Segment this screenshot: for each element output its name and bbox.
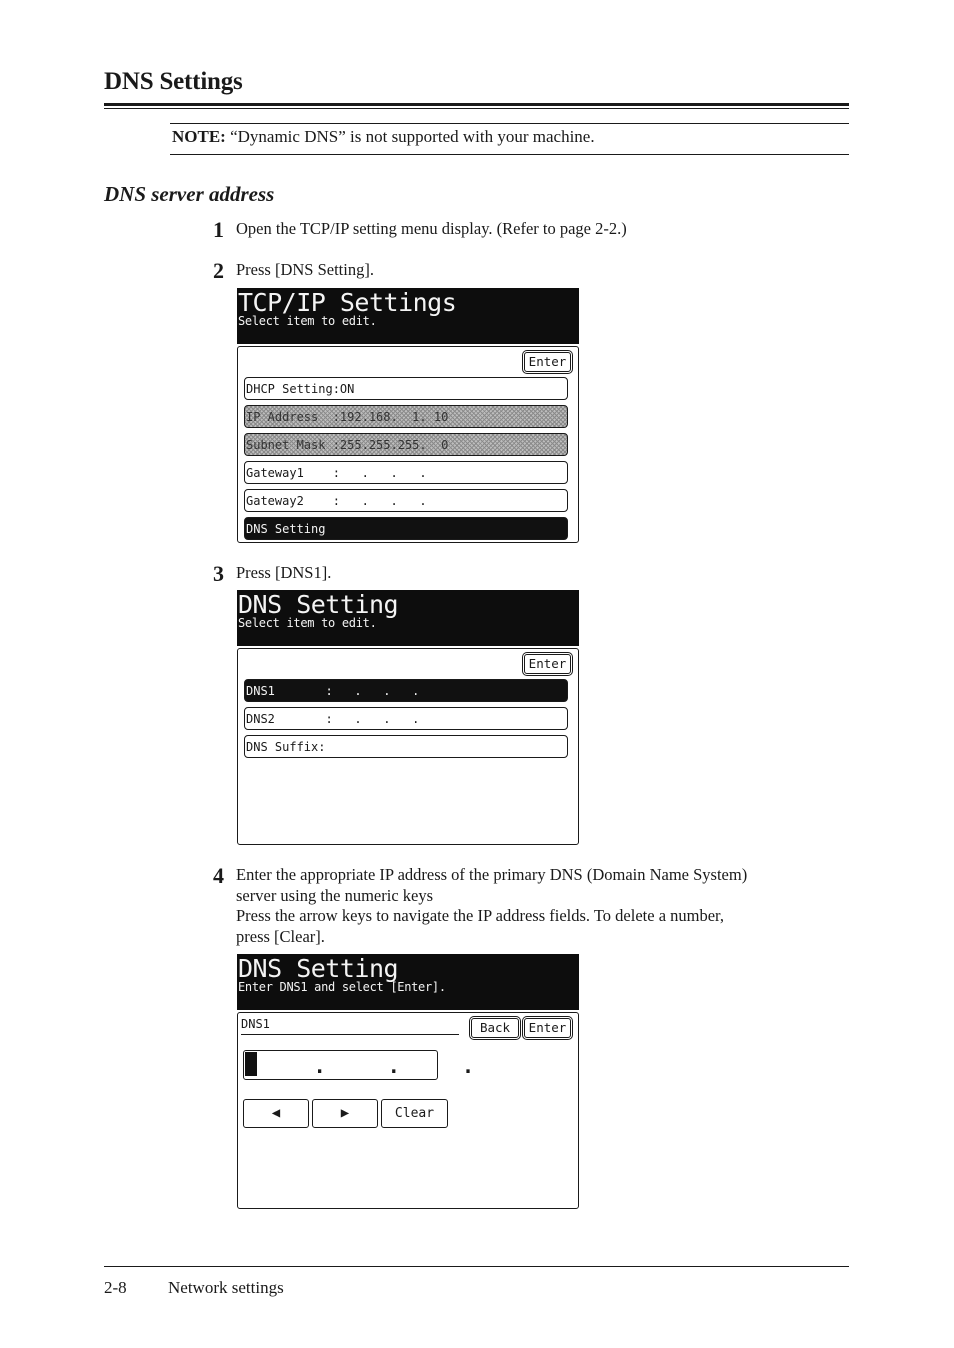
step-text: Press [DNS Setting]. (236, 260, 374, 279)
enter-button[interactable]: Enter (524, 352, 571, 372)
menu-item-gateway1[interactable]: Gateway1 : . . . (244, 461, 568, 484)
step-text-line: server using the numeric keys (236, 885, 434, 905)
step-text-line: Press the arrow keys to navigate the IP … (236, 906, 725, 925)
left-arrow-button[interactable]: ◀ (243, 1099, 309, 1128)
screen-body: DNS1 Back Enter . . . ◀ ▶ Clear (237, 1012, 579, 1209)
clear-button[interactable]: Clear (381, 1099, 448, 1128)
enter-button[interactable]: Enter (524, 1018, 571, 1038)
step-number: 2 (213, 258, 224, 283)
dns1-entry-screen: DNS Setting Enter DNS1 and select [Enter… (237, 954, 579, 1209)
screen-subtitle: Select item to edit. (238, 314, 377, 328)
menu-item-dns-setting[interactable]: DNS Setting (244, 517, 568, 540)
note-text: “Dynamic DNS” is not supported with your… (225, 127, 595, 146)
enter-button[interactable]: Enter (524, 654, 571, 674)
dns-setting-list-screen: DNS Setting Select item to edit. Enter D… (237, 590, 579, 845)
note-rule-bottom (170, 154, 849, 155)
menu-item-dns1[interactable]: DNS1 : . . . (244, 679, 568, 702)
menu-item-gateway2[interactable]: Gateway2 : . . . (244, 489, 568, 512)
screen-title: DNS Setting (238, 590, 399, 619)
note: NOTE: “Dynamic DNS” is not supported wit… (172, 127, 595, 147)
screen-header: DNS Setting Select item to edit. (237, 590, 579, 646)
note-rule-top (170, 123, 849, 124)
text-cursor (245, 1052, 257, 1076)
page-title: DNS Settings (104, 68, 243, 95)
step-text-line: press [Clear]. (236, 926, 325, 946)
screen-header: TCP/IP Settings Select item to edit. (237, 288, 579, 344)
step-number: 4 (213, 863, 224, 888)
note-label: NOTE: (172, 127, 226, 146)
screen-body: Enter DHCP Setting:ON IP Address :192.16… (237, 346, 579, 543)
footer-rule (104, 1266, 849, 1267)
ip-address-value: . . . (258, 1054, 481, 1078)
menu-item-subnet-mask: Subnet Mask :255.255.255. 0 (244, 433, 568, 456)
screen-body: Enter DNS1 : . . . DNS2 : . . . DNS Suff… (237, 648, 579, 845)
back-button[interactable]: Back (471, 1018, 519, 1038)
screen-subtitle: Enter DNS1 and select [Enter]. (238, 980, 446, 994)
menu-item-dns-suffix[interactable]: DNS Suffix: (244, 735, 568, 758)
right-arrow-icon: ▶ (340, 1105, 350, 1121)
step-text-line: Enter the appropriate IP address of the … (236, 865, 748, 884)
section-title: DNS server address (104, 182, 275, 206)
field-label: DNS1 (241, 1017, 270, 1031)
ip-address-input[interactable]: . . . (243, 1050, 474, 1080)
left-arrow-icon: ◀ (271, 1105, 281, 1121)
step-number: 3 (213, 561, 224, 586)
menu-item-dns2[interactable]: DNS2 : . . . (244, 707, 568, 730)
step-text: Open the TCP/IP setting menu display. (R… (236, 219, 627, 238)
menu-item-dhcp-setting[interactable]: DHCP Setting:ON (244, 377, 568, 400)
step-text: Press [DNS1]. (236, 563, 332, 582)
screen-title: TCP/IP Settings (238, 288, 457, 317)
footer-section: Network settings (168, 1278, 284, 1297)
right-arrow-button[interactable]: ▶ (312, 1099, 378, 1128)
step-number: 1 (213, 217, 224, 242)
menu-item-ip-address: IP Address :192.168. 1. 10 (244, 405, 568, 428)
screen-subtitle: Select item to edit. (238, 616, 377, 630)
tcpip-settings-screen: TCP/IP Settings Select item to edit. Ent… (237, 288, 579, 543)
title-rule-thick (104, 103, 849, 106)
screen-title: DNS Setting (238, 954, 399, 983)
step-text: Enter the appropriate IP address of the … (236, 865, 856, 947)
field-label-underline (241, 1034, 459, 1035)
screen-header: DNS Setting Enter DNS1 and select [Enter… (237, 954, 579, 1010)
title-rule-thin (104, 108, 849, 109)
page-number: 2-8 (104, 1278, 127, 1297)
